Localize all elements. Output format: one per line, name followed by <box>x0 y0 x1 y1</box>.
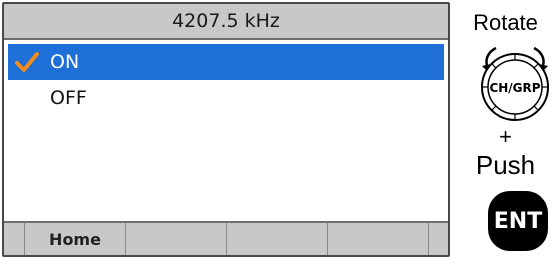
softkey-4[interactable] <box>327 223 428 255</box>
push-label: Push <box>475 150 536 180</box>
checkmark-icon <box>15 52 39 72</box>
frequency-title: 4207.5 kHz <box>4 4 448 40</box>
option-list: ON OFF <box>8 44 444 116</box>
radio-display: 4207.5 kHz ON OFF Home <box>2 2 450 257</box>
ent-button[interactable]: ENT <box>488 191 548 251</box>
option-off[interactable]: OFF <box>8 80 444 116</box>
plus-label: + <box>499 124 512 149</box>
ent-label: ENT <box>493 208 543 234</box>
softkey-home[interactable]: Home <box>24 223 125 255</box>
knob-label: CH/GRP <box>489 81 540 95</box>
control-instructions: Rotate CH/GRP + Push ENT <box>452 0 559 259</box>
rotate-label: Rotate <box>473 10 538 35</box>
softkey-bar: Home <box>4 221 448 255</box>
softkey-spacer-right <box>428 223 448 255</box>
softkey-3[interactable] <box>226 223 327 255</box>
option-on-label: ON <box>50 51 80 73</box>
ch-grp-knob[interactable]: CH/GRP <box>472 40 558 124</box>
option-on[interactable]: ON <box>8 44 444 80</box>
softkey-spacer-left <box>4 223 24 255</box>
option-off-label: OFF <box>50 87 87 109</box>
softkey-2[interactable] <box>125 223 226 255</box>
